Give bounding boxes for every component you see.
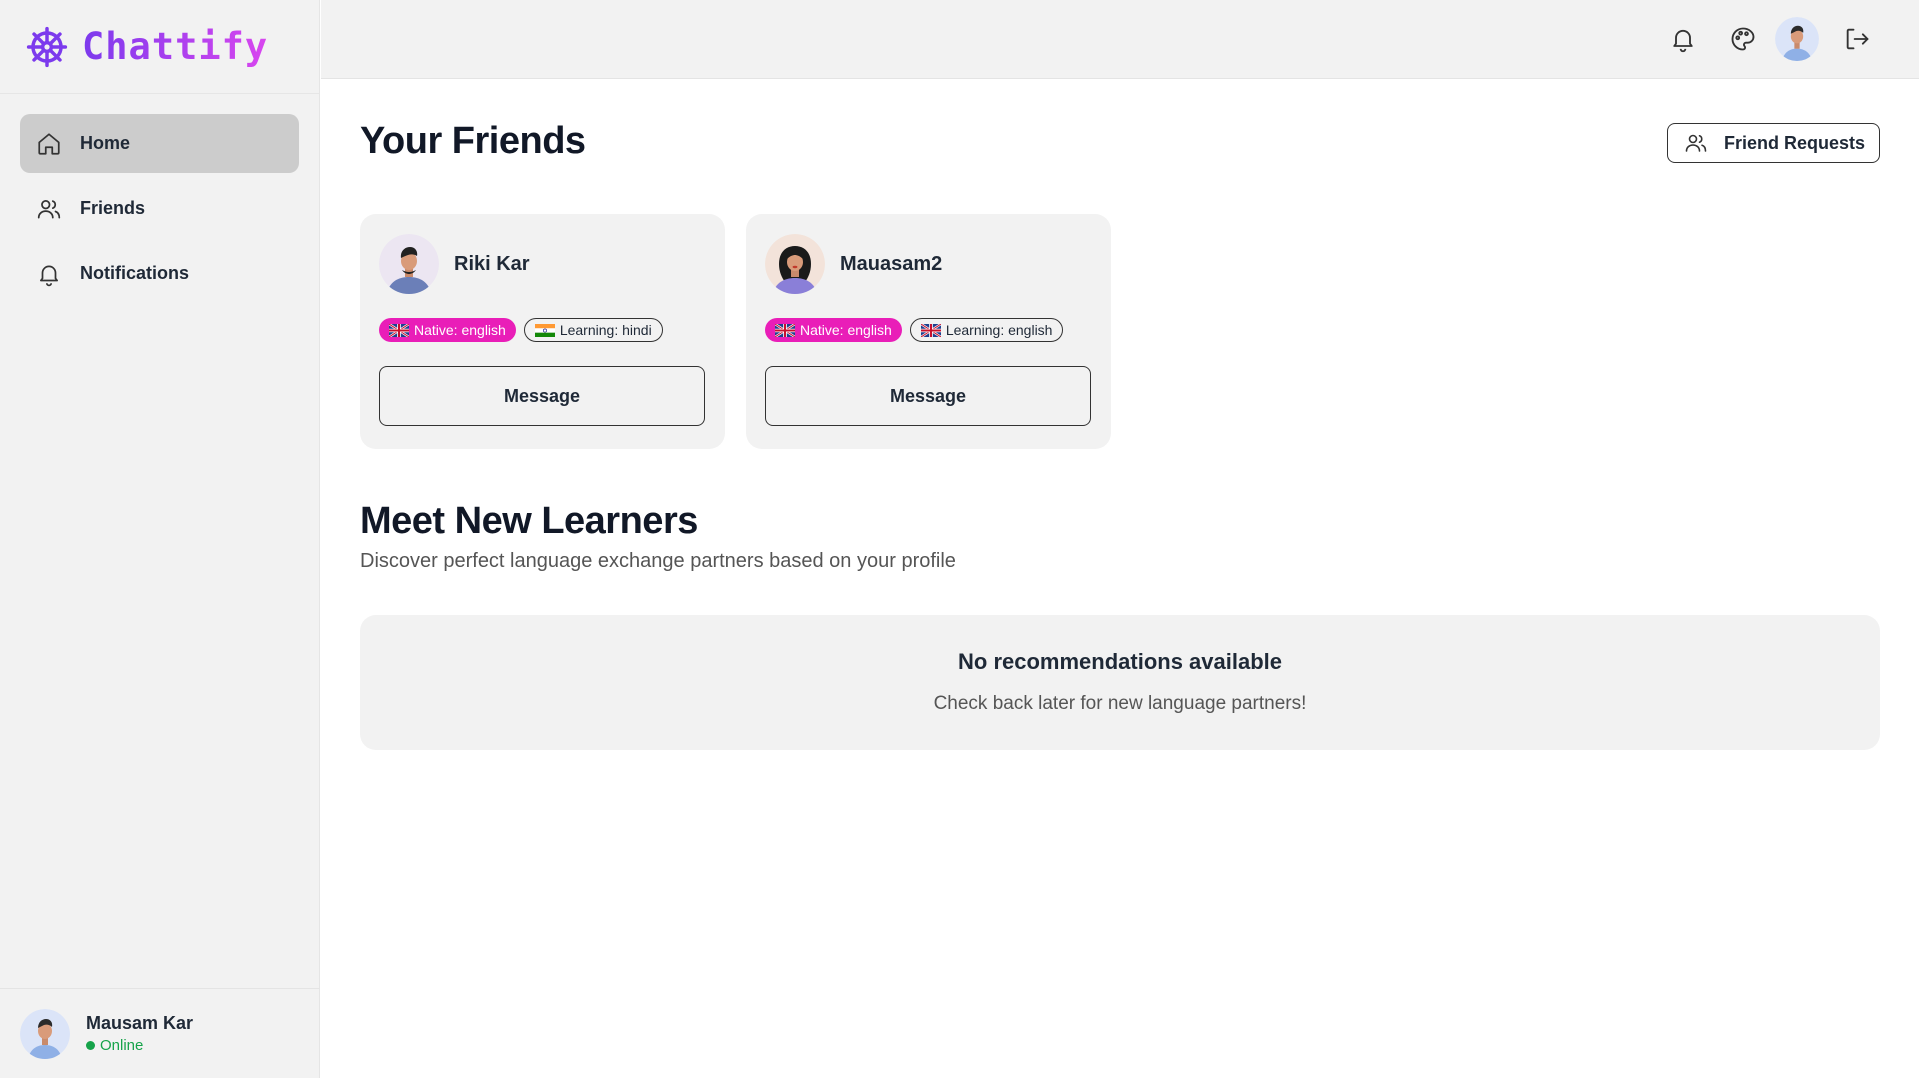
empty-title: No recommendations available	[958, 649, 1282, 674]
friend-name: Mauasam2	[840, 252, 943, 275]
topbar-actions	[1645, 17, 1879, 61]
sidebar: Chattify Home Friends Notifications Maus…	[0, 0, 320, 1078]
india-flag-icon	[534, 323, 555, 337]
learning-language-badge: Learning: english	[909, 318, 1064, 342]
friend-requests-button[interactable]: Friend Requests	[1666, 123, 1880, 163]
avatar	[20, 1008, 70, 1059]
logout-icon	[1846, 28, 1869, 50]
current-user-card: Mausam Kar Online	[0, 988, 320, 1078]
uk-flag-icon	[920, 323, 941, 337]
section-title-learners: Meet New Learners	[360, 500, 698, 542]
uk-flag-icon	[775, 323, 795, 337]
ship-wheel-icon	[26, 26, 68, 67]
native-language-badge: Native: english	[765, 318, 902, 342]
uk-flag-icon	[389, 323, 409, 337]
friend-requests-label: Friend Requests	[1723, 132, 1865, 153]
users-icon	[1685, 134, 1707, 152]
friend-card: Riki Kar Native: english Learning: hindi…	[360, 214, 725, 449]
user-name: Mausam Kar	[86, 1013, 194, 1033]
bell-icon	[1673, 29, 1693, 53]
sidebar-item-label: Friends	[80, 198, 146, 218]
page-title: Your Friends	[360, 120, 586, 162]
sidebar-item-label: Notifications	[80, 263, 190, 283]
learning-language-badge: Learning: hindi	[523, 318, 663, 342]
friend-name: Riki Kar	[454, 252, 530, 275]
message-button[interactable]: Message	[379, 366, 705, 426]
logout-button[interactable]	[1835, 17, 1879, 61]
theme-button[interactable]	[1721, 17, 1765, 61]
native-language-badge: Native: english	[379, 318, 516, 342]
avatar	[379, 234, 439, 294]
sidebar-item-friends[interactable]: Friends	[20, 179, 299, 238]
online-dot	[86, 1041, 95, 1050]
bell-icon	[40, 265, 58, 286]
empty-recommendations: No recommendations available Check back …	[360, 615, 1880, 750]
friend-card: Mauasam2 Native: english Learning: engli…	[746, 214, 1111, 449]
status-text: Online	[100, 1037, 144, 1054]
avatar	[765, 234, 825, 294]
section-subtitle-learners: Discover perfect language exchange partn…	[360, 550, 956, 572]
friends-grid: Riki Kar Native: english Learning: hindi…	[360, 214, 1111, 449]
user-status: Online	[86, 1037, 193, 1054]
message-button[interactable]: Message	[765, 366, 1091, 426]
notifications-button[interactable]	[1661, 17, 1705, 61]
avatar[interactable]	[1775, 17, 1819, 61]
sidebar-nav: Home Friends Notifications	[0, 94, 319, 329]
home-icon	[38, 132, 60, 155]
brand[interactable]: Chattify	[0, 0, 319, 94]
sidebar-item-notifications[interactable]: Notifications	[20, 244, 299, 303]
palette-icon	[1731, 27, 1755, 51]
sidebar-item-label: Home	[80, 133, 131, 153]
users-icon	[37, 199, 61, 219]
sidebar-item-home[interactable]: Home	[20, 114, 299, 173]
topbar	[321, 0, 1919, 79]
empty-subtitle: Check back later for new language partne…	[933, 693, 1307, 714]
brand-name: Chattify	[82, 25, 269, 68]
